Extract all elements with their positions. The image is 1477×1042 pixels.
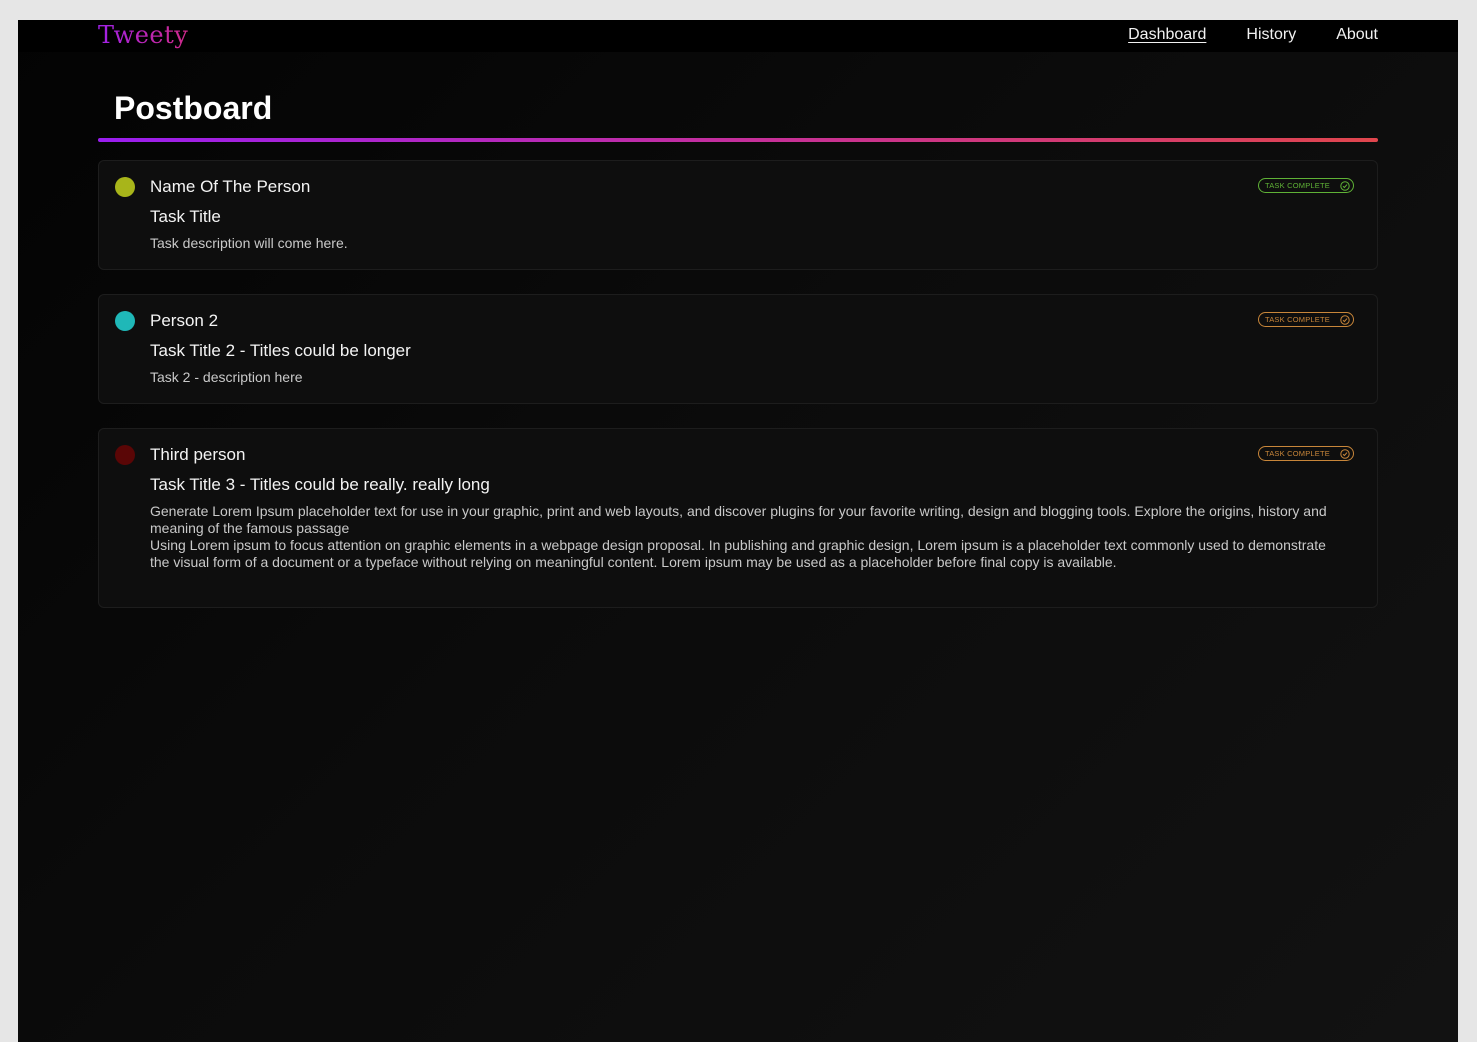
task-title: Task Title 3 - Titles could be really. r…	[150, 475, 490, 494]
task-title: Task Title 2 - Titles could be longer	[150, 341, 411, 360]
task-description: Task 2 - description here	[150, 369, 303, 385]
nav-link-about[interactable]: About	[1336, 26, 1378, 44]
check-circle-icon	[1340, 314, 1350, 325]
person-name: Third person	[150, 445, 246, 464]
task-complete-badge[interactable]: TASK COMPLETE	[1258, 312, 1354, 327]
person-color-dot	[115, 445, 135, 465]
page-title: Postboard	[114, 90, 273, 126]
task-card[interactable]: Third person Task Title 3 - Titles could…	[98, 428, 1378, 608]
nav-links: Dashboard History About	[1128, 26, 1378, 44]
task-description-paragraph: Generate Lorem Ipsum placeholder text fo…	[150, 503, 1327, 536]
nav-link-history[interactable]: History	[1246, 26, 1296, 44]
task-complete-badge[interactable]: TASK COMPLETE	[1258, 446, 1354, 461]
app-window: Tweety Dashboard History About Postboard…	[18, 20, 1458, 1042]
title-divider	[98, 138, 1378, 142]
task-description-paragraph: Using Lorem ipsum to focus attention on …	[150, 537, 1326, 570]
status-label: TASK COMPLETE	[1265, 449, 1330, 458]
check-circle-icon	[1340, 448, 1350, 459]
status-label: TASK COMPLETE	[1265, 181, 1330, 190]
check-circle-icon	[1340, 180, 1350, 191]
person-color-dot	[115, 177, 135, 197]
top-navbar: Tweety Dashboard History About	[18, 20, 1458, 52]
task-card[interactable]: Name Of The Person Task Title Task descr…	[98, 160, 1378, 270]
status-label: TASK COMPLETE	[1265, 315, 1330, 324]
person-name: Name Of The Person	[150, 177, 311, 196]
person-color-dot	[115, 311, 135, 331]
app-logo[interactable]: Tweety	[98, 21, 188, 49]
task-title: Task Title	[150, 207, 221, 226]
task-complete-badge[interactable]: TASK COMPLETE	[1258, 178, 1354, 193]
nav-link-dashboard[interactable]: Dashboard	[1128, 26, 1206, 44]
task-card[interactable]: Person 2 Task Title 2 - Titles could be …	[98, 294, 1378, 404]
person-name: Person 2	[150, 311, 219, 330]
task-description: Generate Lorem Ipsum placeholder text fo…	[150, 503, 1335, 571]
task-description: Task description will come here.	[150, 235, 348, 251]
